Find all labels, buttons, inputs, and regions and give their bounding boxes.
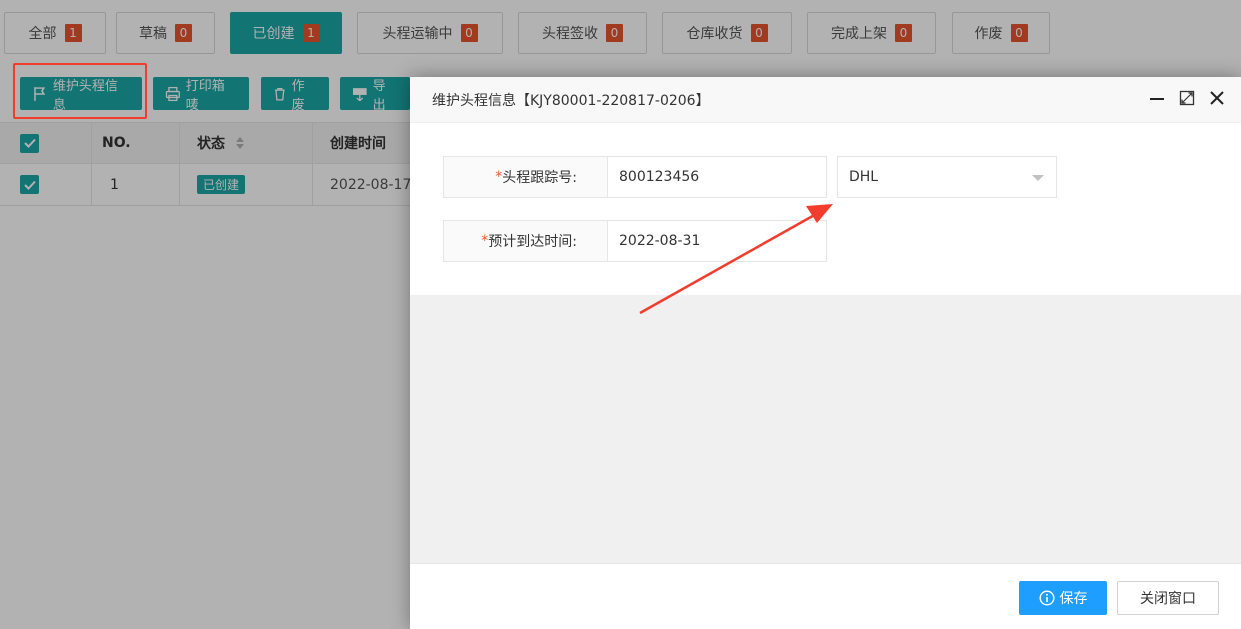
maximize-icon[interactable] <box>1177 87 1197 109</box>
tracking-number-field: * 头程跟踪号: 800123456 <box>443 156 827 198</box>
required-mark: * <box>495 169 503 185</box>
carrier-selected-value: DHL <box>849 169 879 185</box>
annotation-highlight-box <box>13 63 147 119</box>
required-mark: * <box>481 233 489 249</box>
save-button[interactable]: 保存 <box>1019 581 1107 615</box>
carrier-select[interactable]: DHL <box>837 156 1057 198</box>
eta-date-input[interactable]: 2022-08-31 <box>608 221 826 261</box>
eta-label: * 预计到达时间: <box>444 221 608 261</box>
tracking-number-label: * 头程跟踪号: <box>444 157 608 197</box>
dialog-title: 维护头程信息【KJY80001-220817-0206】 <box>432 92 710 109</box>
minimize-icon[interactable] <box>1147 87 1167 109</box>
info-icon <box>1038 590 1055 606</box>
button-label: 关闭窗口 <box>1140 591 1196 607</box>
dialog-footer: 保存 关闭窗口 <box>410 563 1241 629</box>
dialog-body-empty <box>410 295 1241 563</box>
dialog-header: 维护头程信息【KJY80001-220817-0206】 <box>410 77 1241 123</box>
close-icon[interactable] <box>1207 87 1227 109</box>
dialog-window-controls <box>1147 87 1227 109</box>
label-text: 头程跟踪号: <box>502 170 577 186</box>
eta-field: * 预计到达时间: 2022-08-31 <box>443 220 827 262</box>
dropdown-caret-icon <box>1032 175 1044 181</box>
button-label: 保存 <box>1059 591 1088 607</box>
label-text: 预计到达时间: <box>488 234 577 250</box>
close-window-button[interactable]: 关闭窗口 <box>1117 581 1219 615</box>
dialog-form: * 头程跟踪号: 800123456 DHL * 预计到达时间: 2022-08-3… <box>410 123 1241 295</box>
tracking-number-input[interactable]: 800123456 <box>608 157 826 197</box>
maintain-first-leg-dialog: 维护头程信息【KJY80001-220817-0206】 * 头程跟踪号: 800… <box>410 77 1241 629</box>
